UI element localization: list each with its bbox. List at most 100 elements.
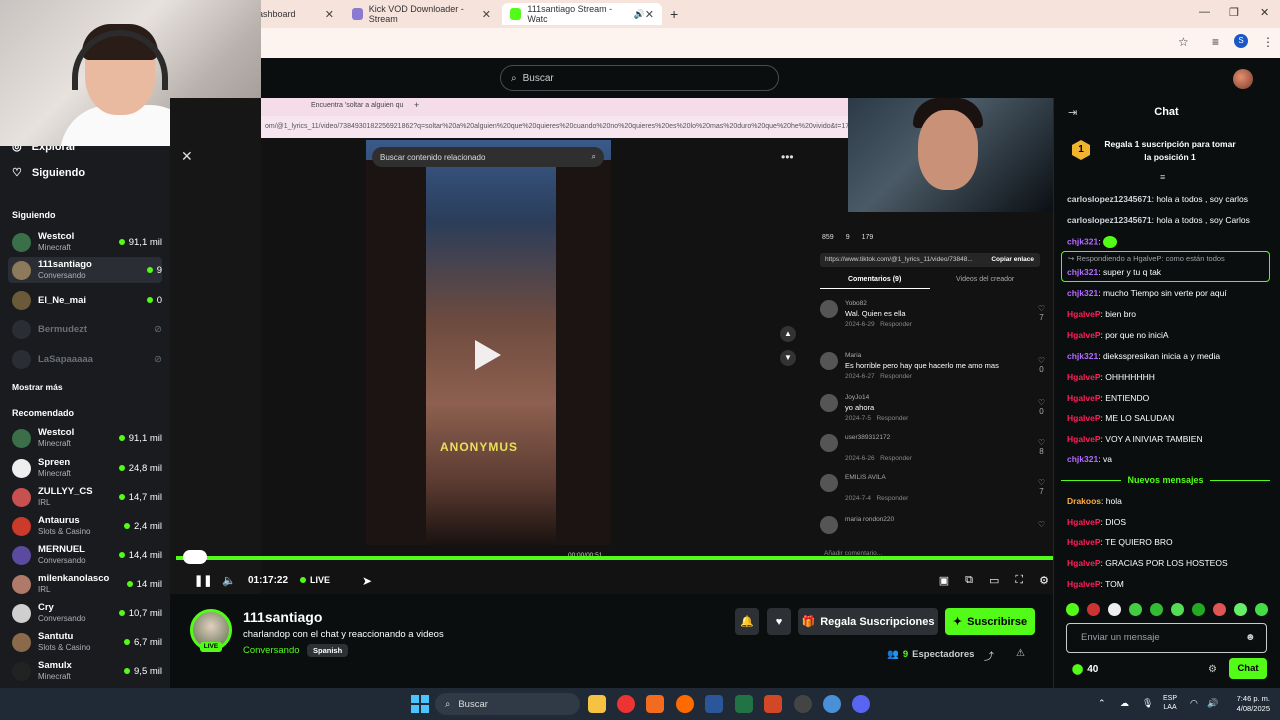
share-icon[interactable]: ⤴ (984, 648, 994, 663)
emote-icon[interactable] (1108, 603, 1121, 616)
clock[interactable]: 7:46 p. m. 4/08/2025 (1226, 694, 1270, 714)
channel-spreen[interactable]: Spreen Minecraft 24,8 mil (8, 455, 162, 481)
chat-username[interactable]: carloslopez12345671 (1067, 194, 1152, 204)
chat-message[interactable]: HgalveP: GRACIAS POR LOS HOSTEOS (1067, 558, 1272, 569)
chat-username[interactable]: chjk321 (1067, 454, 1098, 464)
pip-icon[interactable]: ▣ (939, 574, 949, 587)
channel-westcol[interactable]: Westcol Minecraft 91,1 mil (8, 229, 162, 255)
settings-gear-icon[interactable]: ⚙ (1039, 574, 1049, 587)
chat-username[interactable]: HgalveP (1067, 517, 1101, 527)
maximize-icon[interactable]: ❐ (1229, 6, 1239, 19)
channel-el-ne-mai[interactable]: El_Ne_mai 0 (8, 287, 162, 313)
cloud-icon[interactable]: ☁ (1120, 698, 1129, 709)
chat-message[interactable]: chjk321: (1067, 236, 1272, 248)
audio-playing-icon[interactable]: 🔊 (634, 9, 645, 20)
emote-icon[interactable] (1087, 603, 1100, 616)
chat-message[interactable]: HgalveP: VOY A INIVIAR TAMBIEN (1067, 434, 1272, 445)
chat-username[interactable]: HgalveP (1067, 413, 1101, 423)
channel-westcol[interactable]: Westcol Minecraft 91,1 mil (8, 425, 162, 451)
play-icon[interactable] (475, 340, 501, 370)
chrome-icon[interactable] (617, 695, 635, 713)
chat-message[interactable]: HgalveP: OHHHHHHH (1067, 372, 1272, 383)
discord-icon[interactable] (852, 695, 870, 713)
wifi-icon[interactable]: ◠ (1190, 698, 1198, 709)
emote-icon[interactable] (1213, 603, 1226, 616)
channel-zullyy-cs[interactable]: ZULLYY_CS IRL 14,7 mil (8, 484, 162, 510)
theater-icon[interactable]: ▭ (989, 574, 999, 587)
new-tab-button[interactable]: + (662, 3, 682, 25)
chat-message[interactable]: HgalveP: ENTIENDO (1067, 393, 1272, 404)
chrome-profile-icon[interactable] (823, 695, 841, 713)
live-indicator[interactable]: LIVE (300, 575, 330, 585)
expand-chevron-icon[interactable]: ≡ (1160, 172, 1165, 182)
progress-knob[interactable] (183, 550, 207, 564)
search-input[interactable]: ⌕ Buscar (500, 65, 779, 91)
channel-santutu[interactable]: Santutu Slots & Casino 6,7 mil (8, 629, 162, 655)
chat-message[interactable]: chjk321: va (1067, 454, 1272, 465)
chat-message[interactable]: chjk321: mucho Tiempo sin verte por aquí (1067, 288, 1272, 299)
chat-message[interactable]: HgalveP: por que no iniciA (1067, 330, 1272, 341)
stream-category[interactable]: Conversando (243, 645, 300, 656)
chat-username[interactable]: chjk321 (1067, 236, 1098, 246)
app-icon[interactable] (794, 695, 812, 713)
taskbar-search[interactable]: ⌕ Buscar (435, 693, 580, 715)
emote-icon[interactable] (1255, 603, 1268, 616)
chat-username[interactable]: HgalveP (1067, 372, 1101, 382)
chat-username[interactable]: chjk321 (1067, 288, 1098, 298)
word-icon[interactable] (705, 695, 723, 713)
speaker-icon[interactable]: 🔊 (1207, 698, 1218, 709)
close-icon[interactable]: ✕ (482, 8, 491, 21)
report-warning-icon[interactable]: ⚠ (1016, 648, 1025, 659)
chat-username[interactable]: Drakoos (1067, 496, 1101, 506)
channel-milenkanolasco[interactable]: milenkanolasco IRL 14 mil (8, 571, 162, 597)
progress-bar[interactable] (176, 556, 1053, 560)
emote-icon[interactable] (1129, 603, 1142, 616)
emote-icon[interactable] (1171, 603, 1184, 616)
volume-icon[interactable]: 🔈 (222, 574, 236, 587)
chat-settings-gear-icon[interactable]: ⚙ (1208, 664, 1217, 675)
channel-samulx[interactable]: Samulx Minecraft 9,5 mil (8, 658, 162, 684)
browser-tab-111santiago[interactable]: 111santiago Stream - Watc 🔊 ✕ (502, 3, 662, 25)
chat-message[interactable]: carloslopez12345671: hola a todos , soy … (1067, 215, 1272, 226)
channel-antaurus[interactable]: Antaurus Slots & Casino 2,4 mil (8, 513, 162, 539)
chat-message-input[interactable]: Enviar un mensaje (1066, 623, 1267, 653)
powerpoint-icon[interactable] (764, 695, 782, 713)
pause-icon[interactable]: ❚❚ (194, 574, 212, 587)
chat-username[interactable]: HgalveP (1067, 579, 1101, 589)
emote-icon[interactable] (1234, 603, 1247, 616)
language-tag[interactable]: Spanish (307, 644, 349, 657)
windows-start-icon[interactable] (411, 695, 429, 713)
chat-username[interactable]: HgalveP (1067, 309, 1101, 319)
emote-icon[interactable] (1066, 603, 1079, 616)
chat-username[interactable]: HgalveP (1067, 434, 1101, 444)
chat-message[interactable]: chjk321: dieksspresikan inicia a y media (1067, 351, 1272, 362)
chat-username[interactable]: carloslopez12345671 (1067, 215, 1152, 225)
clip-icon[interactable]: ⧉ (965, 574, 973, 587)
close-icon[interactable]: ✕ (325, 8, 334, 21)
chat-message[interactable]: HgalveP: ME LO SALUDAN (1067, 413, 1272, 424)
sidebar-nav-siguiendo[interactable]: ♡ Siguiendo (12, 166, 85, 180)
channel-mernuel[interactable]: MERNUEL Conversando 14,4 mil (8, 542, 162, 568)
emote-icon[interactable] (1150, 603, 1163, 616)
chat-username[interactable]: HgalveP (1067, 393, 1101, 403)
channel-cry[interactable]: Cry Conversando 10,7 mil (8, 600, 162, 626)
excel-icon[interactable] (735, 695, 753, 713)
channel-bermudezt[interactable]: Bermudezt ⊘ (8, 316, 162, 342)
chat-message[interactable]: HgalveP: DIOS (1067, 517, 1272, 528)
new-messages-divider[interactable]: Nuevos mensajes (1061, 474, 1271, 486)
chat-message[interactable]: carloslopez12345671: hola a todos , soy … (1067, 194, 1272, 205)
profile-avatar[interactable]: S (1234, 34, 1248, 48)
chat-message[interactable]: HgalveP: TOM (1067, 579, 1272, 590)
chat-send-button[interactable]: Chat (1229, 658, 1267, 679)
chat-message[interactable]: HgalveP: bien bro (1067, 309, 1272, 320)
close-window-icon[interactable]: ✕ (1260, 6, 1269, 19)
chat-username[interactable]: HgalveP (1067, 537, 1101, 547)
media-control-icon[interactable]: ≡ (1212, 35, 1219, 49)
close-icon[interactable]: ✕ (181, 148, 193, 165)
firefox-icon[interactable] (676, 695, 694, 713)
mic-icon[interactable]: 🎙 (1142, 698, 1153, 709)
chat-username[interactable]: chjk321 (1067, 351, 1098, 361)
fullscreen-icon[interactable]: ⛶ (1015, 574, 1023, 587)
gift-subs-button[interactable]: 🎁 Regala Suscripciones (798, 608, 938, 635)
follow-heart-button[interactable]: ♥ (767, 608, 791, 635)
